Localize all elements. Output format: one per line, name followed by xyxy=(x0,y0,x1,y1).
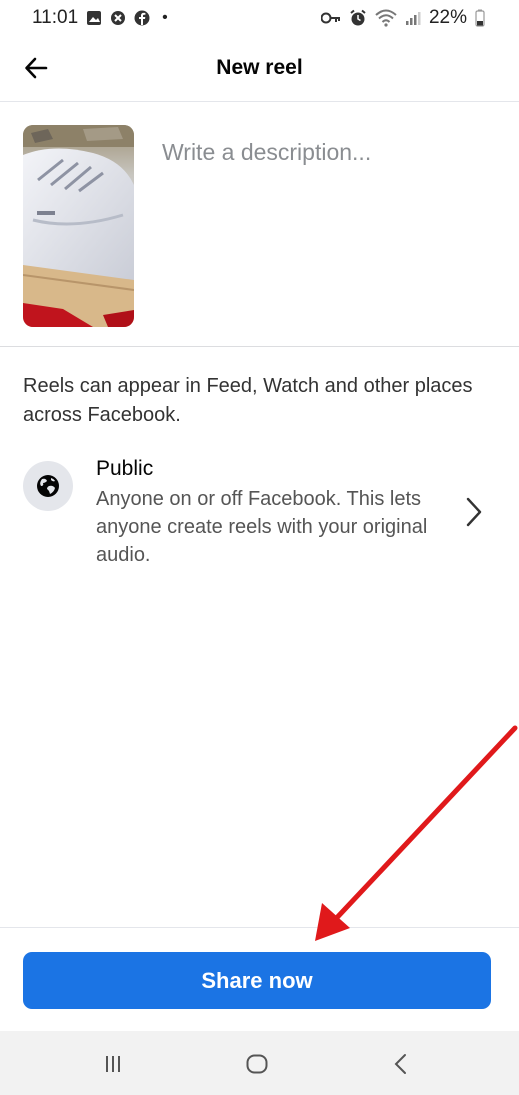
battery-percent: 22% xyxy=(428,7,467,28)
status-bar: 11:01 • 22% xyxy=(0,0,519,36)
sneaker-thumbnail-image xyxy=(23,125,134,327)
home-button[interactable] xyxy=(237,1047,277,1081)
description-input[interactable]: Write a description... xyxy=(162,139,371,166)
audience-selector[interactable]: Public Anyone on or off Facebook. This l… xyxy=(0,455,519,580)
back-icon xyxy=(394,1054,406,1074)
arrow-shaft xyxy=(327,725,518,928)
page-title: New reel xyxy=(216,56,303,79)
share-now-button[interactable]: Share now xyxy=(23,952,491,1009)
audience-title: Public xyxy=(96,457,154,480)
globe-icon-wrap xyxy=(23,461,73,511)
back-nav-button[interactable] xyxy=(380,1047,420,1081)
key-icon xyxy=(320,12,340,24)
video-thumbnail[interactable] xyxy=(23,125,134,327)
recent-apps-icon xyxy=(106,1056,120,1072)
app-header: New reel xyxy=(0,36,519,102)
arrow-head xyxy=(315,903,350,941)
facebook-icon xyxy=(134,10,150,26)
chevron-right-icon xyxy=(466,497,482,527)
status-left: 11:01 • xyxy=(32,7,168,29)
reel-composer: Write a description... xyxy=(0,103,519,347)
bottom-divider xyxy=(0,927,519,928)
notification-dot: • xyxy=(162,9,168,26)
alarm-icon xyxy=(350,9,366,26)
globe-icon xyxy=(37,475,59,497)
gallery-icon xyxy=(87,11,102,25)
wifi-icon xyxy=(375,9,397,27)
battery-icon xyxy=(475,9,485,27)
home-icon xyxy=(246,1054,268,1074)
audience-description: Anyone on or off Facebook. This lets any… xyxy=(96,488,428,566)
recent-apps-button[interactable] xyxy=(93,1047,133,1081)
status-right: 22% xyxy=(320,7,485,29)
system-nav-bar xyxy=(0,1031,519,1095)
reels-visibility-info: Reels can appear in Feed, Watch and othe… xyxy=(23,375,473,426)
signal-icon xyxy=(405,12,421,25)
blocked-icon xyxy=(111,11,126,25)
status-time: 11:01 xyxy=(32,7,79,28)
